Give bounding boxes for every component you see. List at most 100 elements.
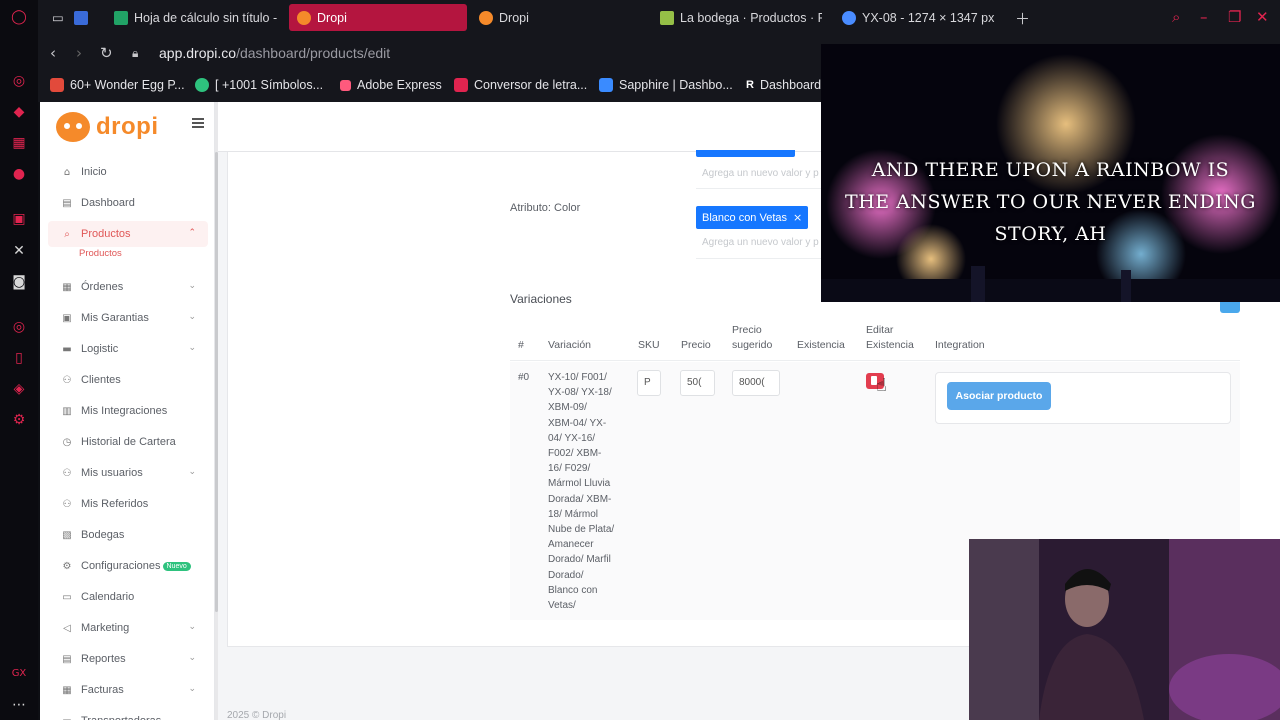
sidebar-item-clientes[interactable]: ⚇ Clientes	[48, 367, 208, 393]
more-icon[interactable]: ⋯	[10, 696, 28, 714]
bookmark-sapphire[interactable]: Sapphire | Dashbo...	[599, 78, 733, 92]
reports-icon: ▤	[62, 653, 72, 665]
bookmark-adobe-express[interactable]: Adobe Express	[340, 78, 442, 92]
variation-line: 04/ YX-16/	[548, 432, 596, 444]
bookmark-favicon-icon	[599, 78, 613, 92]
col-variation: Variación	[548, 339, 591, 351]
search-tabs-icon[interactable]: ⌕	[1172, 8, 1180, 26]
sidebar-item-dashboard[interactable]: ▤ Dashboard	[48, 190, 208, 216]
tab-menu-icon[interactable]: ▭	[44, 4, 70, 31]
suggested-price-input[interactable]: 8000(	[732, 370, 780, 396]
sidebar-item-transportadoras[interactable]: ▬ Transportadoras	[48, 708, 208, 720]
sidebar-item-label: Facturas	[81, 684, 124, 696]
variation-line: Vetas/	[548, 600, 576, 612]
orders-icon: ▦	[62, 281, 72, 293]
sidebar-item-mis-integraciones[interactable]: ▥ Mis Integraciones	[48, 398, 208, 424]
sidebar-item-facturas[interactable]: ▦ Facturas ⌄	[48, 677, 208, 703]
forward-icon[interactable]: ›	[76, 44, 82, 62]
row-number: #0	[518, 372, 530, 383]
bookmark-favicon-icon	[340, 79, 351, 91]
sidebar-item-mis-usuarios[interactable]: ⚇ Mis usuarios ⌄	[48, 460, 208, 486]
variation-line: Mármol Lluvia	[548, 478, 611, 490]
sidebar-subitem-productos[interactable]: Productos	[79, 248, 122, 259]
x-twitter-icon[interactable]: ✕	[10, 242, 28, 260]
col-sku: SKU	[638, 339, 660, 351]
new-tab-icon[interactable]: ＋	[1015, 8, 1030, 29]
maximize-icon[interactable]: ❐	[1228, 8, 1241, 26]
variation-line: XBM-04/ YX-	[548, 417, 607, 429]
sidebar-item-label: Mis usuarios	[81, 467, 143, 479]
divider	[696, 188, 824, 189]
sidebar-item-mis-referidos[interactable]: ⚇ Mis Referidos	[48, 491, 208, 517]
sidebar-item-calendario[interactable]: ▭ Calendario	[48, 584, 208, 610]
close-window-icon[interactable]: ✕	[1256, 8, 1269, 26]
carrier-icon: ▬	[61, 715, 73, 720]
gx-logo-icon: GX	[11, 667, 27, 679]
minimize-icon[interactable]: –	[1200, 8, 1208, 26]
reload-icon[interactable]: ↻	[100, 44, 113, 62]
bookmark-favicon-icon: R	[746, 79, 754, 91]
sidebar-item-configuraciones[interactable]: ⚙ Configuraciones Nuevo	[48, 553, 208, 579]
twitch-icon[interactable]: ▣	[10, 210, 28, 228]
bookmark-simbolos[interactable]: [ +1001 Símbolos...	[195, 78, 323, 92]
bookmark-favicon-icon	[50, 78, 64, 92]
sidebar-item-bodegas[interactable]: ▧ Bodegas	[48, 522, 208, 548]
associate-product-button[interactable]: Asociar producto	[947, 382, 1051, 410]
table-header-divider	[510, 360, 1240, 361]
tab-dropi[interactable]: Dropi	[471, 4, 641, 31]
invoice-icon: ▦	[62, 684, 72, 696]
pinned-tab-icon[interactable]	[74, 4, 90, 31]
sidebar-item-mis-garantias[interactable]: ▣ Mis Garantias ⌄	[48, 305, 208, 331]
sku-input[interactable]: P	[637, 370, 661, 396]
tab-shopify[interactable]: La bodega · Productos · Pa	[652, 4, 822, 31]
sidebar-item-órdenes[interactable]: ▦ Órdenes ⌄	[48, 274, 208, 300]
bookmark-conversor[interactable]: Conversor de letra...	[454, 78, 587, 92]
gx-corner-icon[interactable]: ◆	[10, 103, 28, 121]
sidebar-item-reportes[interactable]: ▤ Reportes ⌄	[48, 646, 208, 672]
attribute-chip-partial[interactable]	[696, 150, 795, 157]
color-value-input[interactable]: Agrega un nuevo valor y p	[702, 237, 819, 248]
truck-icon: ▬	[62, 343, 72, 355]
dropi-logo[interactable]: dropi	[56, 112, 159, 142]
calendar-icon: ▭	[62, 591, 72, 603]
attribute-value-input[interactable]: Agrega un nuevo valor y p	[702, 168, 819, 179]
back-icon[interactable]: ‹	[50, 44, 56, 62]
price-input[interactable]: 50(	[680, 370, 715, 396]
shopify-icon	[660, 10, 674, 25]
users-icon: ⚇	[62, 467, 72, 479]
discord-icon[interactable]: ◙	[10, 273, 28, 291]
gx-control-icon[interactable]: ◎	[10, 72, 28, 90]
tab-spreadsheet[interactable]: Hoja de cálculo sin título -	[106, 4, 286, 31]
dropi-icon	[297, 10, 311, 25]
sidebar-item-label: Inicio	[81, 166, 107, 178]
url-field[interactable]: app.dropi.co/dashboard/products/edit	[159, 45, 390, 61]
opera-logo-icon[interactable]: ◯	[10, 8, 28, 26]
player-icon[interactable]: ▯	[10, 349, 28, 367]
extensions-icon[interactable]: ◈	[10, 380, 28, 398]
sidebar-item-productos[interactable]: ⌕ Productos ⌃	[48, 221, 208, 247]
bookmarks-bar: 60+ Wonder Egg P... [ +1001 Símbolos... …	[38, 71, 822, 102]
gx-hotbar-icon[interactable]: ●	[10, 165, 28, 183]
tab-dropi-active[interactable]: Dropi	[289, 4, 467, 31]
variation-line: 16/ F029/	[548, 463, 591, 475]
sidebar-item-historial-de-cartera[interactable]: ◷ Historial de Cartera	[48, 429, 208, 455]
sidebar-item-marketing[interactable]: ◁ Marketing ⌄	[48, 615, 208, 641]
divider	[696, 258, 824, 259]
sidebar-item-logistic[interactable]: ▬ Logistic ⌄	[48, 336, 208, 362]
gx-cleaner-icon[interactable]: ▦	[10, 134, 28, 152]
bookmark-dashboard[interactable]: R Dashboard	[746, 78, 821, 92]
bookmark-wonder-egg[interactable]: 60+ Wonder Egg P...	[50, 78, 185, 92]
col-edit-stock-2: Existencia	[866, 339, 914, 351]
variation-line: Dorado/	[548, 569, 584, 581]
settings-icon[interactable]: ⚙	[10, 411, 28, 429]
color-value-chip[interactable]: Blanco con Vetas ×	[696, 206, 809, 229]
tab-image[interactable]: YX-08 - 1274 × 1347 px	[834, 4, 1004, 31]
sidebar-item-inicio[interactable]: ⌂ Inicio	[48, 159, 208, 185]
remove-chip-icon[interactable]: ×	[793, 211, 802, 224]
url-host: app.dropi.co	[159, 45, 237, 61]
sidebar-item-label: Mis Referidos	[81, 498, 149, 510]
sidebar-scrollbar[interactable]	[215, 102, 218, 720]
history-icon[interactable]: ◎	[10, 318, 28, 336]
sidebar-item-label: Reportes	[81, 653, 126, 665]
hamburger-menu-icon[interactable]	[192, 118, 204, 128]
